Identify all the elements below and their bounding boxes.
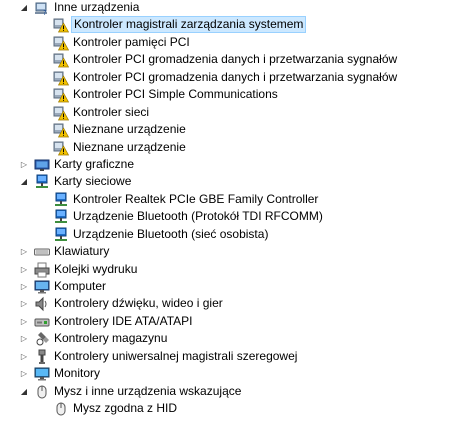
- item-label: Komputer: [54, 279, 107, 293]
- speaker-icon: [34, 296, 50, 312]
- item-label: Kontroler Realtek PCIe GBE Family Contro…: [73, 191, 319, 206]
- device-row[interactable]: Kontroler pamięci PCI: [0, 34, 474, 51]
- network-adapter-icon: [53, 227, 69, 243]
- warning-device-icon: [53, 35, 70, 51]
- collapse-arrow-icon[interactable]: ◢: [19, 0, 29, 16]
- device-row[interactable]: Urządzenie Bluetooth (sieć osobista): [0, 226, 474, 243]
- category-row[interactable]: ▷ Kontrolery magazynu: [0, 330, 474, 347]
- category-row[interactable]: ◢? Inne urządzenia: [0, 0, 474, 17]
- svg-text:?: ?: [43, 9, 47, 16]
- item-label: Kontroler PCI gromadzenia danych i przet…: [73, 52, 398, 67]
- item-label: Kontrolery IDE ATA/ATAPI: [54, 313, 193, 328]
- expand-arrow-icon[interactable]: ▷: [19, 278, 29, 295]
- expand-arrow-icon[interactable]: ▷: [19, 243, 29, 260]
- warning-device-icon: [53, 70, 70, 86]
- device-row[interactable]: Kontroler PCI Simple Communications: [0, 86, 474, 103]
- item-label: Kontroler pamięci PCI: [73, 34, 190, 49]
- expand-arrow-icon[interactable]: ▷: [19, 348, 29, 365]
- mouse-icon: [34, 384, 50, 400]
- warning-device-icon: [53, 17, 70, 33]
- computer-icon: [34, 279, 50, 295]
- expand-arrow-icon[interactable]: ▷: [19, 156, 29, 173]
- collapse-arrow-icon[interactable]: ◢: [19, 383, 29, 400]
- network-adapter-icon: [53, 209, 69, 225]
- item-label: Nieznane urządzenie: [73, 139, 186, 154]
- category-row[interactable]: ▷ Komputer: [0, 278, 474, 295]
- warning-device-icon: [53, 105, 70, 121]
- item-label: Kontrolery dźwięku, wideo i gier: [54, 296, 223, 311]
- expand-arrow-icon[interactable]: ▷: [19, 365, 29, 382]
- mouse-icon: [53, 401, 69, 417]
- item-label: Urządzenie Bluetooth (Protokół TDI RFCOM…: [73, 209, 323, 224]
- category-row[interactable]: ▷ Karty graficzne: [0, 156, 474, 173]
- item-label: Monitory: [54, 366, 101, 381]
- item-label: Mysz zgodna z HID: [73, 401, 178, 416]
- item-label: Mysz i inne urządzenia wskazujące: [54, 383, 242, 398]
- item-label: Kontrolery magazynu: [54, 331, 168, 346]
- warning-device-icon: [53, 52, 70, 68]
- device-tree: ◢? Inne urządzenia Kontroler magistrali za…: [0, 0, 474, 418]
- warning-device-icon: [53, 140, 70, 156]
- item-label: Kontroler PCI Simple Communications: [73, 87, 278, 102]
- item-label: Klawiatury: [54, 244, 110, 259]
- category-row[interactable]: ▷ Monitory: [0, 365, 474, 382]
- device-row[interactable]: Kontroler PCI gromadzenia danych i przet…: [0, 69, 474, 86]
- expand-arrow-icon[interactable]: ▷: [19, 313, 29, 330]
- category-row[interactable]: ◢ Mysz i inne urządzenia wskazujące: [0, 383, 474, 400]
- device-row[interactable]: Kontroler magistrali zarządzania systeme…: [0, 16, 474, 34]
- display-adapter-icon: [34, 157, 50, 173]
- warning-device-icon: [53, 87, 70, 103]
- device-row[interactable]: Nieznane urządzenie: [0, 139, 474, 156]
- category-row[interactable]: ▷ Klawiatury: [0, 243, 474, 260]
- category-row[interactable]: ▷ Kontrolery IDE ATA/ATAPI: [0, 313, 474, 330]
- device-row[interactable]: Nieznane urządzenie: [0, 121, 474, 138]
- device-row[interactable]: Urządzenie Bluetooth (Protokół TDI RFCOM…: [0, 208, 474, 225]
- expand-arrow-icon[interactable]: ▷: [19, 295, 29, 312]
- item-label: Nieznane urządzenie: [73, 122, 186, 137]
- selected-item-label: Kontroler magistrali zarządzania systeme…: [71, 16, 307, 34]
- device-row[interactable]: Mysz zgodna z HID: [0, 400, 474, 417]
- monitor-icon: [34, 366, 50, 382]
- device-row[interactable]: Kontroler Realtek PCIe GBE Family Contro…: [0, 191, 474, 208]
- item-label: Karty graficzne: [54, 156, 135, 171]
- network-adapter-icon: [34, 174, 50, 190]
- item-label: Inne urządzenia: [54, 0, 140, 14]
- expand-arrow-icon[interactable]: ▷: [19, 261, 29, 278]
- usb-icon: [34, 349, 50, 365]
- warning-device-icon: [53, 122, 70, 138]
- category-row[interactable]: ▷ Kontrolery uniwersalnej magistrali szer…: [0, 348, 474, 365]
- device-row[interactable]: Kontroler sieci: [0, 104, 474, 121]
- ide-controller-icon: [34, 314, 50, 330]
- category-row[interactable]: ◢ Karty sieciowe: [0, 173, 474, 190]
- item-label: Kontroler PCI gromadzenia danych i przet…: [73, 69, 398, 84]
- category-row[interactable]: ▷ Kolejki wydruku: [0, 261, 474, 278]
- storage-controller-icon: [34, 331, 50, 347]
- collapse-arrow-icon[interactable]: ◢: [19, 173, 29, 190]
- item-label: Karty sieciowe: [54, 174, 132, 189]
- device-row[interactable]: Kontroler PCI gromadzenia danych i przet…: [0, 51, 474, 68]
- unknown-devices-icon: ?: [34, 0, 50, 17]
- item-label: Urządzenie Bluetooth (sieć osobista): [73, 226, 269, 241]
- print-queue-icon: [34, 262, 50, 278]
- keyboard-icon: [34, 244, 50, 260]
- item-label: Kontroler sieci: [73, 104, 150, 119]
- item-label: Kontrolery uniwersalnej magistrali szere…: [54, 348, 298, 363]
- category-row[interactable]: ▷ Kontrolery dźwięku, wideo i gier: [0, 295, 474, 312]
- item-label: Kolejki wydruku: [54, 261, 138, 276]
- network-adapter-icon: [53, 192, 69, 208]
- expand-arrow-icon[interactable]: ▷: [19, 330, 29, 347]
